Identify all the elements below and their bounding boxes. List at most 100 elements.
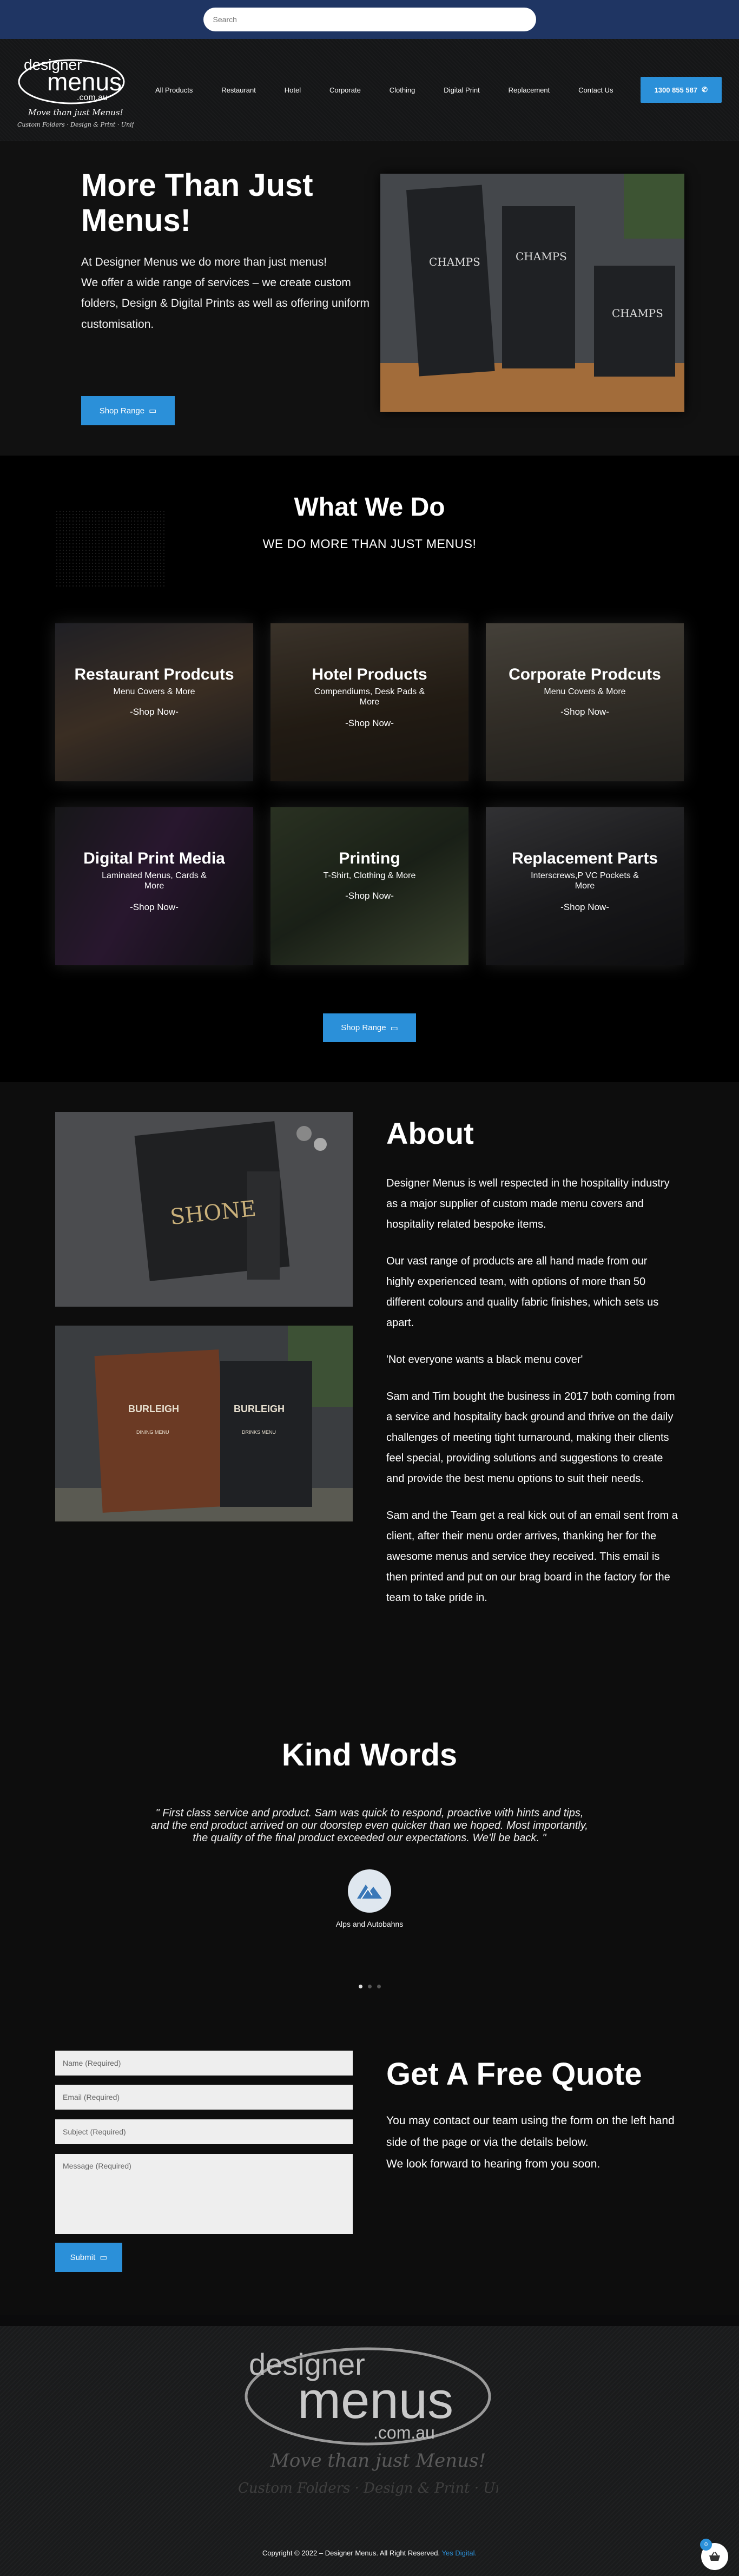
nav-clothing[interactable]: Clothing: [390, 86, 415, 94]
card-subtitle: Compendiums, Desk Pads & More: [314, 687, 425, 707]
card-printing[interactable]: Printing T-Shirt, Clothing & More -Shop …: [270, 807, 469, 965]
footer-logo-tagline: Move than just Menus!: [270, 2450, 486, 2472]
card-shop-now[interactable]: -Shop Now-: [270, 891, 469, 901]
nav-digital-print[interactable]: Digital Print: [444, 86, 479, 94]
card-overlay: [270, 807, 469, 965]
what-we-do-section: What We Do WE DO MORE THAN JUST MENUS! R…: [0, 456, 739, 1082]
submit-label: Submit: [70, 2252, 96, 2262]
card-shop-now[interactable]: -Shop Now-: [486, 902, 684, 913]
cart-button[interactable]: 0: [700, 2539, 728, 2570]
logo[interactable]: designer menus .com.au Move than just Me…: [17, 49, 149, 130]
site-header: designer menus .com.au Move than just Me…: [0, 39, 739, 141]
shop-range-label: Shop Range: [341, 1023, 386, 1032]
top-search-bar: [0, 0, 739, 39]
hero-text: At Designer Menus we do more than just m…: [81, 252, 373, 335]
card-hotel-products[interactable]: Hotel Products Compendiums, Desk Pads & …: [270, 623, 469, 781]
copyright-text: Copyright © 2022 – Designer Menus. All R…: [262, 2549, 440, 2557]
shop-range-button[interactable]: Shop Range ▭: [323, 1013, 416, 1042]
hero-section: More Than Just Menus! At Designer Menus …: [0, 141, 739, 456]
nav-all-products[interactable]: All Products: [155, 86, 193, 94]
footer-logo-subtag: Custom Folders · Design & Print · Unifor…: [238, 2480, 498, 2496]
about-paragraph-5: Sam and the Team get a real kick out of …: [386, 1510, 678, 1604]
quote-line-2: We look forward to hearing from you soon…: [386, 2157, 601, 2170]
about-title: About: [386, 1116, 474, 1150]
cart-count-badge: 0: [700, 2539, 712, 2551]
hero-shop-range-button[interactable]: Shop Range ▭: [81, 396, 175, 425]
nav-contact-us[interactable]: Contact Us: [578, 86, 613, 94]
subject-field[interactable]: Subject (Required): [55, 2119, 353, 2144]
quote-title: Get A Free Quote: [386, 2057, 642, 2092]
card-shop-now[interactable]: -Shop Now-: [486, 707, 684, 717]
phone-button[interactable]: 1300 855 587 ✆: [640, 77, 722, 103]
card-title: Restaurant Prodcuts: [74, 666, 234, 683]
what-we-do-subtitle: WE DO MORE THAN JUST MENUS!: [262, 537, 477, 551]
mountain-logo-icon: [357, 1885, 382, 1899]
logo-subtag: Custom Folders · Design & Print · Unifor…: [17, 121, 134, 128]
about-body: Designer Menus is well respected in the …: [386, 1173, 678, 1624]
nav-hotel[interactable]: Hotel: [285, 86, 301, 94]
quote-text: You may contact our team using the form …: [386, 2110, 689, 2175]
about-paragraph-2: Our vast range of products are all hand …: [386, 1255, 659, 1329]
footer-logo-line2: menus: [298, 2371, 453, 2429]
hero-shop-range-label: Shop Range: [99, 406, 145, 416]
carousel-dot[interactable]: [358, 1985, 362, 1988]
logo-graphic: designer menus .com.au Move than just Me…: [17, 56, 149, 128]
card-overlay: [55, 623, 253, 781]
about-image-burleigh-menus: BURLEIGH DINING MENU BURLEIGH DRINKS MEN…: [55, 1326, 353, 1521]
card-shop-now[interactable]: -Shop Now-: [270, 718, 469, 729]
hero-image: CHAMPS CHAMPS CHAMPS: [380, 174, 684, 412]
about-section: SHONE BURLEIGH DINING MENU BURLEIGH DRIN…: [0, 1082, 739, 2315]
nav-corporate[interactable]: Corporate: [329, 86, 361, 94]
nav-restaurant[interactable]: Restaurant: [221, 86, 256, 94]
hero-line-3: folders, Design & Digital Prints as well…: [81, 297, 370, 331]
phone-icon: ✆: [702, 85, 708, 94]
page: designer menus .com.au Move than just Me…: [0, 0, 739, 2576]
menu-cover-illustration: SHONE: [55, 1112, 353, 1307]
nav-replacement[interactable]: Replacement: [509, 86, 550, 94]
submit-button[interactable]: Submit ▭: [55, 2243, 122, 2272]
cart-icon: ▭: [149, 406, 157, 416]
card-subtitle: T-Shirt, Clothing & More: [323, 871, 416, 880]
card-subtitle: Menu Covers & More: [113, 687, 195, 696]
carousel-dot[interactable]: [377, 1985, 381, 1988]
hero-line-2: We offer a wide range of services – we c…: [81, 276, 351, 289]
card-shop-now[interactable]: -Shop Now-: [55, 902, 253, 913]
about-paragraph-1: Designer Menus is well respected in the …: [386, 1177, 670, 1230]
carousel-dot[interactable]: [367, 1985, 372, 1988]
card-corporate-products[interactable]: Corporate Prodcuts Menu Covers & More -S…: [486, 623, 684, 781]
phone-number: 1300 855 587: [654, 85, 698, 94]
card-replacement-parts[interactable]: Replacement Parts Interscrews,P VC Pocke…: [486, 807, 684, 965]
credit-link[interactable]: Yes Digital.: [442, 2549, 477, 2557]
card-title: Printing: [339, 849, 400, 867]
about-paragraph-4: Sam and Tim bought the business in 2017 …: [386, 1391, 675, 1485]
hero-cover-1-text: CHAMPS: [429, 255, 480, 268]
card-title: Digital Print Media: [83, 849, 225, 867]
hero-cover-3-text: CHAMPS: [612, 307, 663, 320]
hero-title: More Than Just Menus!: [81, 168, 313, 238]
card-digital-print-media[interactable]: Digital Print Media Laminated Menus, Car…: [55, 807, 253, 965]
burleigh-left-sub: DINING MENU: [136, 1429, 169, 1435]
name-field[interactable]: Name (Required): [55, 2051, 353, 2076]
burleigh-menus-illustration: BURLEIGH DINING MENU BURLEIGH DRINKS MEN…: [55, 1326, 353, 1521]
testimonial-name: Alps and Autobahns: [335, 1920, 404, 1928]
burleigh-left-title: BURLEIGH: [128, 1404, 179, 1414]
card-overlay: [486, 623, 684, 781]
hero-line-1: At Designer Menus we do more than just m…: [81, 256, 327, 268]
logo-domain: .com.au: [77, 93, 108, 102]
cart-icon: ▭: [390, 1023, 398, 1033]
card-restaurant-products[interactable]: Restaurant Prodcuts Menu Covers & More -…: [55, 623, 253, 781]
search-input[interactable]: [203, 8, 536, 31]
menu-covers-illustration: CHAMPS CHAMPS CHAMPS: [380, 174, 684, 412]
logo-line2: menus: [47, 68, 122, 96]
footer-logo: designer menus .com.au Move than just Me…: [238, 2347, 498, 2496]
logo-tagline: Move than just Menus!: [28, 108, 123, 117]
copyright: Copyright © 2022 – Designer Menus. All R…: [0, 2549, 739, 2557]
burleigh-right-title: BURLEIGH: [234, 1404, 285, 1414]
testimonial-quote: " First class service and product. Sam w…: [151, 1807, 588, 1844]
email-field[interactable]: Email (Required): [55, 2085, 353, 2110]
card-title: Hotel Products: [312, 666, 427, 683]
card-shop-now[interactable]: -Shop Now-: [55, 707, 253, 717]
card-subtitle: Interscrews,P VC Pockets & More: [531, 871, 639, 891]
message-field[interactable]: Message (Required): [55, 2154, 353, 2234]
kind-words-title: Kind Words: [281, 1737, 458, 1773]
